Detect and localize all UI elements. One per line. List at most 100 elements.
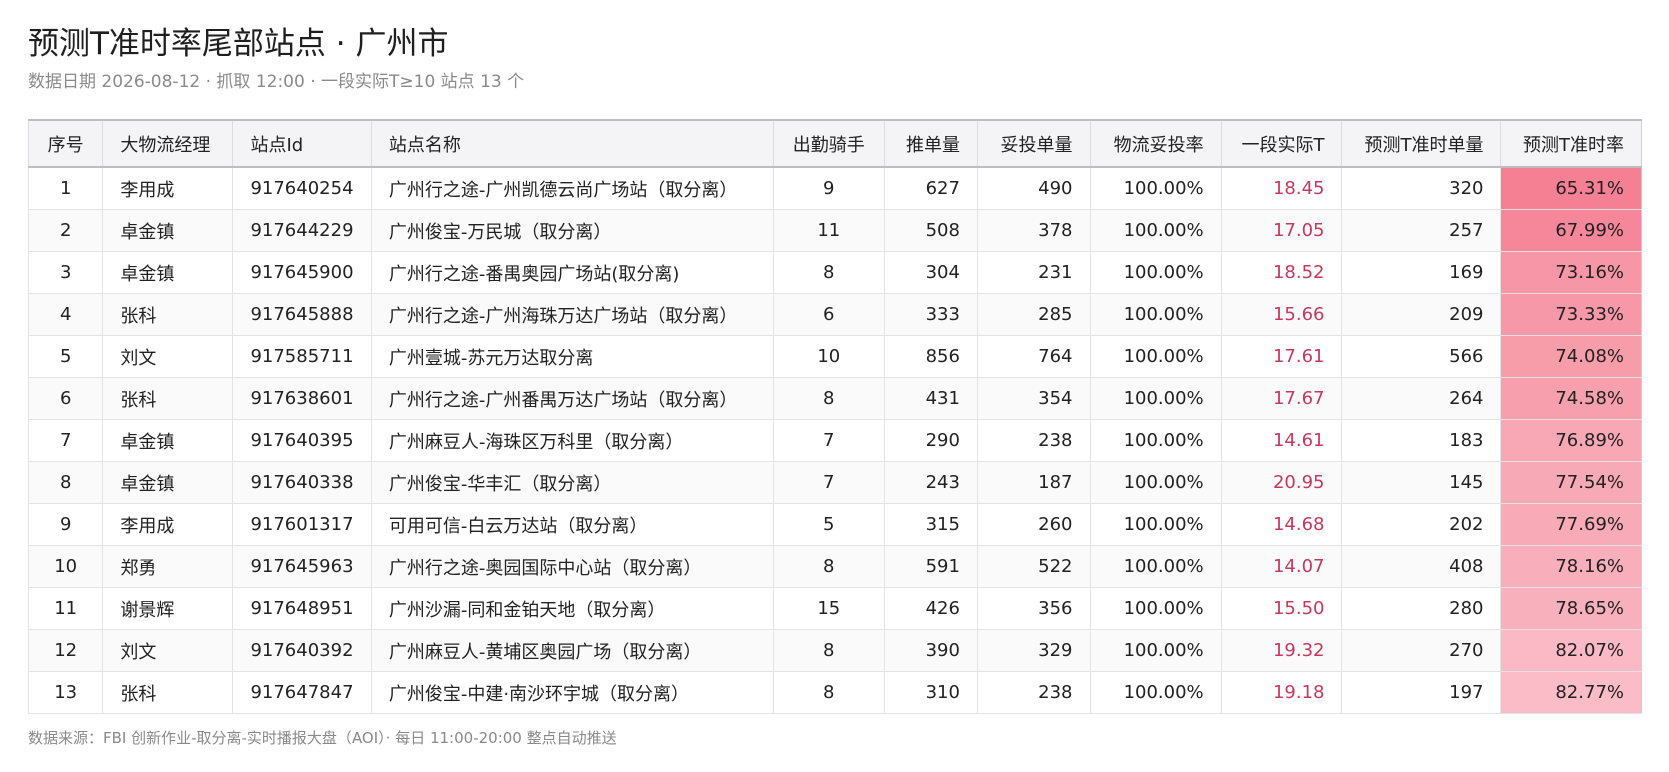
cell-station-name: 可用可信-白云万达站（取分离） xyxy=(370,503,774,546)
table-row[interactable]: 11 谢景辉 917648951 广州沙漏-同和金铂天地（取分离） 15 426 356 10… xyxy=(27,587,1642,630)
column-header-actual-t[interactable]: 一段实际T xyxy=(1220,119,1342,168)
cell-pushed-orders: 508 xyxy=(884,209,978,252)
table-row[interactable]: 5 刘文 917585711 广州壹城-苏元万达取分离 10 856 764 100.00% 1… xyxy=(27,335,1642,378)
table-header-row: 序号 大物流经理 站点Id 站点名称 出勤骑手 推单量 妥投单量 物流妥投率 一… xyxy=(27,119,1642,168)
cell-station-id: 917640392 xyxy=(232,629,372,672)
station-table: 序号 大物流经理 站点Id 站点名称 出勤骑手 推单量 妥投单量 物流妥投率 一… xyxy=(27,119,1642,714)
cell-delivered-orders: 378 xyxy=(976,209,1091,252)
cell-actual-t: 18.52 xyxy=(1220,251,1342,294)
table-row[interactable]: 2 卓金镇 917644229 广州俊宝-万民城（取分离） 11 508 378 100.00… xyxy=(27,209,1642,252)
column-header-predicted-ontime-rate[interactable]: 预测T准时率 xyxy=(1500,119,1642,168)
cell-predicted-ontime-rate: 76.89% xyxy=(1500,419,1642,462)
table-row[interactable]: 13 张科 917647847 广州俊宝-中建·南沙环宇城（取分离） 8 310 238 10… xyxy=(27,671,1642,714)
cell-index: 3 xyxy=(27,251,103,294)
table-body: 1 李用成 917640254 广州行之途-广州凯德云尚广场站（取分离） 9 627 490… xyxy=(27,167,1642,714)
cell-predicted-ontime-orders: 202 xyxy=(1341,503,1501,546)
cell-predicted-ontime-rate: 74.58% xyxy=(1500,377,1642,420)
cell-delivery-rate: 100.00% xyxy=(1089,503,1222,546)
cell-index: 13 xyxy=(27,671,103,714)
cell-riders: 9 xyxy=(772,167,885,210)
cell-delivered-orders: 260 xyxy=(976,503,1091,546)
cell-index: 5 xyxy=(27,335,103,378)
column-header-delivered-orders[interactable]: 妥投单量 xyxy=(976,119,1091,168)
cell-predicted-ontime-orders: 566 xyxy=(1341,335,1501,378)
cell-station-id: 917648951 xyxy=(232,587,372,630)
cell-pushed-orders: 290 xyxy=(884,419,978,462)
page-subtitle: 数据日期 2026-08-12 · 抓取 12:00 · 一段实际T≥10 站点… xyxy=(28,72,525,92)
cell-manager: 卓金镇 xyxy=(102,251,233,294)
cell-manager: 张科 xyxy=(102,671,233,714)
column-header-predicted-ontime-orders[interactable]: 预测T准时单量 xyxy=(1341,119,1501,168)
table-row[interactable]: 6 张科 917638601 广州行之途-广州番禺万达广场站（取分离） 8 431 354 1… xyxy=(27,377,1642,420)
cell-delivery-rate: 100.00% xyxy=(1089,167,1222,210)
cell-pushed-orders: 243 xyxy=(884,461,978,504)
cell-actual-t: 15.66 xyxy=(1220,293,1342,336)
cell-delivered-orders: 490 xyxy=(976,167,1091,210)
cell-delivery-rate: 100.00% xyxy=(1089,335,1222,378)
cell-delivery-rate: 100.00% xyxy=(1089,293,1222,336)
cell-station-name: 广州俊宝-华丰汇（取分离） xyxy=(370,461,774,504)
cell-manager: 张科 xyxy=(102,377,233,420)
cell-delivered-orders: 356 xyxy=(976,587,1091,630)
table-row[interactable]: 3 卓金镇 917645900 广州行之途-番禺奥园广场站(取分离) 8 304 231 10… xyxy=(27,251,1642,294)
cell-station-id: 917585711 xyxy=(232,335,372,378)
cell-pushed-orders: 591 xyxy=(884,545,978,588)
table-row[interactable]: 7 卓金镇 917640395 广州麻豆人-海珠区万科里（取分离） 7 290 238 100… xyxy=(27,419,1642,462)
column-header-manager[interactable]: 大物流经理 xyxy=(102,119,233,168)
cell-riders: 11 xyxy=(772,209,885,252)
column-header-index[interactable]: 序号 xyxy=(27,119,103,168)
cell-predicted-ontime-rate: 77.54% xyxy=(1500,461,1642,504)
cell-actual-t: 17.61 xyxy=(1220,335,1342,378)
cell-index: 8 xyxy=(27,461,103,504)
cell-station-id: 917647847 xyxy=(232,671,372,714)
cell-actual-t: 20.95 xyxy=(1220,461,1342,504)
table-row[interactable]: 10 郑勇 917645963 广州行之途-奥园国际中心站（取分离） 8 591 522 10… xyxy=(27,545,1642,588)
cell-pushed-orders: 431 xyxy=(884,377,978,420)
cell-pushed-orders: 315 xyxy=(884,503,978,546)
table-row[interactable]: 12 刘文 917640392 广州麻豆人-黄埔区奥园广场（取分离） 8 390 329 10… xyxy=(27,629,1642,672)
cell-riders: 7 xyxy=(772,461,885,504)
cell-delivery-rate: 100.00% xyxy=(1089,461,1222,504)
cell-predicted-ontime-orders: 209 xyxy=(1341,293,1501,336)
cell-index: 4 xyxy=(27,293,103,336)
cell-actual-t: 14.07 xyxy=(1220,545,1342,588)
cell-delivered-orders: 238 xyxy=(976,419,1091,462)
column-header-riders[interactable]: 出勤骑手 xyxy=(772,119,885,168)
cell-pushed-orders: 627 xyxy=(884,167,978,210)
cell-station-name: 广州麻豆人-黄埔区奥园广场（取分离） xyxy=(370,629,774,672)
cell-station-id: 917645963 xyxy=(232,545,372,588)
table-row[interactable]: 8 卓金镇 917640338 广州俊宝-华丰汇（取分离） 7 243 187 100.00%… xyxy=(27,461,1642,504)
cell-actual-t: 15.50 xyxy=(1220,587,1342,630)
cell-delivered-orders: 522 xyxy=(976,545,1091,588)
column-header-delivery-rate[interactable]: 物流妥投率 xyxy=(1089,119,1222,168)
table-row[interactable]: 4 张科 917645888 广州行之途-广州海珠万达广场站（取分离） 6 333 285 1… xyxy=(27,293,1642,336)
cell-manager: 李用成 xyxy=(102,167,233,210)
cell-index: 10 xyxy=(27,545,103,588)
column-header-pushed-orders[interactable]: 推单量 xyxy=(884,119,978,168)
cell-pushed-orders: 333 xyxy=(884,293,978,336)
cell-riders: 10 xyxy=(772,335,885,378)
cell-index: 2 xyxy=(27,209,103,252)
cell-predicted-ontime-orders: 270 xyxy=(1341,629,1501,672)
table-row[interactable]: 9 李用成 917601317 可用可信-白云万达站（取分离） 5 315 260 100.0… xyxy=(27,503,1642,546)
column-header-station-name[interactable]: 站点名称 xyxy=(370,119,774,168)
cell-riders: 15 xyxy=(772,587,885,630)
cell-predicted-ontime-rate: 78.16% xyxy=(1500,545,1642,588)
cell-delivered-orders: 238 xyxy=(976,671,1091,714)
cell-delivery-rate: 100.00% xyxy=(1089,671,1222,714)
cell-pushed-orders: 310 xyxy=(884,671,978,714)
cell-predicted-ontime-rate: 67.99% xyxy=(1500,209,1642,252)
column-header-station-id[interactable]: 站点Id xyxy=(232,119,372,168)
cell-index: 11 xyxy=(27,587,103,630)
cell-delivery-rate: 100.00% xyxy=(1089,587,1222,630)
cell-station-id: 917601317 xyxy=(232,503,372,546)
page-title: 预测T准时率尾部站点 · 广州市 xyxy=(28,26,449,62)
cell-riders: 8 xyxy=(772,671,885,714)
cell-manager: 卓金镇 xyxy=(102,419,233,462)
cell-station-name: 广州俊宝-中建·南沙环宇城（取分离） xyxy=(370,671,774,714)
cell-actual-t: 17.05 xyxy=(1220,209,1342,252)
cell-station-id: 917645888 xyxy=(232,293,372,336)
cell-station-id: 917644229 xyxy=(232,209,372,252)
table-row[interactable]: 1 李用成 917640254 广州行之途-广州凯德云尚广场站（取分离） 9 627 490… xyxy=(27,167,1642,210)
cell-manager: 李用成 xyxy=(102,503,233,546)
